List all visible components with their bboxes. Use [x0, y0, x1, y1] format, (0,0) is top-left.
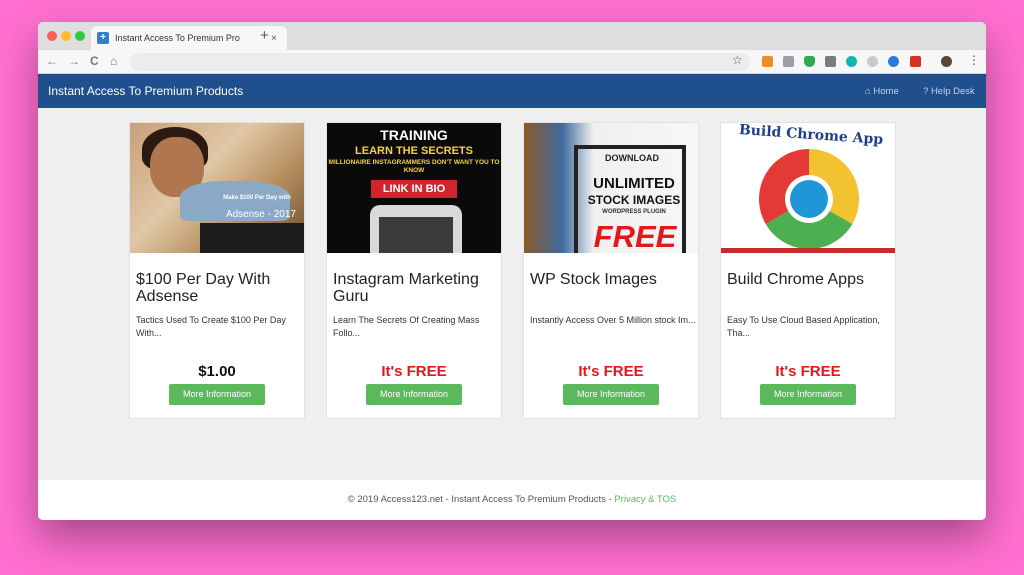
product-title[interactable]: WP Stock Images [530, 271, 696, 288]
tab-title: Instant Access To Premium Pro [115, 33, 240, 43]
product-title[interactable]: Instagram Marketing Guru [333, 271, 499, 305]
product-price: It's FREE [775, 363, 841, 380]
product-card: TRAINING LEARN THE SECRETS MILLIONAIRE I… [326, 122, 502, 419]
more-information-button[interactable]: More Information [563, 384, 659, 405]
favicon-icon: + [97, 32, 109, 44]
image-heading: TRAINING [380, 127, 448, 143]
product-image-adsense[interactable]: Make $100 Per Day with Adsense - 2017 [130, 123, 304, 253]
rss-extension-icon[interactable] [762, 56, 773, 67]
product-card: Build Chrome App Build Chrome Apps Easy … [720, 122, 896, 419]
chrome-logo-icon [759, 149, 859, 249]
nav-home-link[interactable]: ⌂ Home [865, 86, 899, 97]
product-grid: Make $100 Per Day with Adsense - 2017 $1… [38, 108, 986, 480]
site-navbar: Instant Access To Premium Products ⌂ Hom… [38, 74, 986, 108]
image-plugin-text: WORDPRESS PLUGIN [602, 209, 666, 215]
minimize-window-icon[interactable] [61, 31, 71, 41]
image-link-box: LINK IN BIO [371, 180, 457, 198]
browser-window: + Instant Access To Premium Pro × + ← → … [38, 22, 986, 520]
laptop-shape [200, 223, 304, 253]
product-description: Learn The Secrets Of Creating Mass Follo… [333, 315, 480, 338]
close-window-icon[interactable] [47, 31, 57, 41]
site-brand[interactable]: Instant Access To Premium Products [48, 84, 243, 98]
maximize-window-icon[interactable] [75, 31, 85, 41]
product-price: It's FREE [381, 363, 447, 380]
browser-tab[interactable]: + Instant Access To Premium Pro × [91, 26, 287, 50]
product-title[interactable]: Build Chrome Apps [727, 271, 893, 288]
new-tab-icon[interactable]: + [260, 27, 269, 44]
site-footer: © 2019 Access123.net - Instant Access To… [38, 480, 986, 520]
nav-help-desk-link[interactable]: ? Help Desk [923, 86, 975, 97]
image-unlimited-text: UNLIMITED [593, 175, 675, 192]
product-title[interactable]: $100 Per Day With Adsense [136, 271, 302, 305]
product-description: Tactics Used To Create $100 Per Day With… [136, 315, 286, 338]
image-tagline: MILLIONAIRE INSTAGRAMMERS DON'T WANT YOU… [328, 159, 500, 174]
grid-extension-icon[interactable] [825, 56, 836, 67]
product-description: Instantly Access Over 5 Million stock Im… [530, 315, 696, 325]
image-stock-text: STOCK IMAGES [587, 193, 681, 207]
image-download-text: DOWNLOAD [605, 153, 659, 163]
shield-extension-icon[interactable] [804, 56, 815, 67]
tab-bar: + Instant Access To Premium Pro × + [38, 22, 986, 50]
red-extension-icon[interactable] [910, 56, 921, 67]
more-information-button[interactable]: More Information [760, 384, 856, 405]
home-icon[interactable]: ⌂ [110, 54, 117, 68]
nav-home-label: Home [873, 86, 899, 97]
image-bottom-bar [721, 248, 895, 253]
tab-close-icon[interactable]: × [271, 33, 277, 44]
phone-screen-shape [379, 217, 453, 253]
privacy-tos-link[interactable]: Privacy & TOS [614, 494, 676, 505]
product-price: It's FREE [578, 363, 644, 380]
forward-icon[interactable]: → [68, 54, 80, 68]
bookmark-star-icon[interactable]: ☆ [732, 53, 743, 67]
browser-toolbar: ← → C ⌂ ☆ ⋮ [38, 50, 986, 74]
image-subheading: LEARN THE SECRETS [355, 145, 473, 157]
product-card: DOWNLOAD UNLIMITED STOCK IMAGES WORDPRES… [523, 122, 699, 419]
extension-icon[interactable] [783, 56, 794, 67]
footer-copyright: © 2019 Access123.net - Instant Access To… [347, 494, 615, 505]
question-icon: ? [923, 86, 931, 97]
image-caption-small: Make $100 Per Day with [223, 195, 291, 201]
product-description: Easy To Use Cloud Based Application, Tha… [727, 315, 880, 338]
product-price: $1.00 [198, 363, 236, 380]
nav-help-desk-label: Help Desk [930, 86, 975, 97]
reload-icon[interactable]: C [90, 54, 99, 68]
blue-extension-icon[interactable] [888, 56, 899, 67]
image-free-text: FREE [593, 219, 677, 253]
product-image-stock-images[interactable]: DOWNLOAD UNLIMITED STOCK IMAGES WORDPRES… [524, 123, 698, 253]
circle-extension-icon[interactable] [846, 56, 857, 67]
avatar[interactable] [941, 56, 952, 67]
menu-icon[interactable]: ⋮ [968, 53, 980, 67]
more-information-button[interactable]: More Information [169, 384, 265, 405]
address-bar[interactable] [130, 53, 750, 71]
image-caption-big: Adsense - 2017 [225, 209, 296, 220]
product-card: Make $100 Per Day with Adsense - 2017 $1… [129, 122, 305, 419]
product-image-instagram[interactable]: TRAINING LEARN THE SECRETS MILLIONAIRE I… [327, 123, 501, 253]
back-icon[interactable]: ← [46, 54, 58, 68]
gray-extension-icon[interactable] [867, 56, 878, 67]
product-image-chrome[interactable]: Build Chrome App [721, 123, 895, 253]
more-information-button[interactable]: More Information [366, 384, 462, 405]
